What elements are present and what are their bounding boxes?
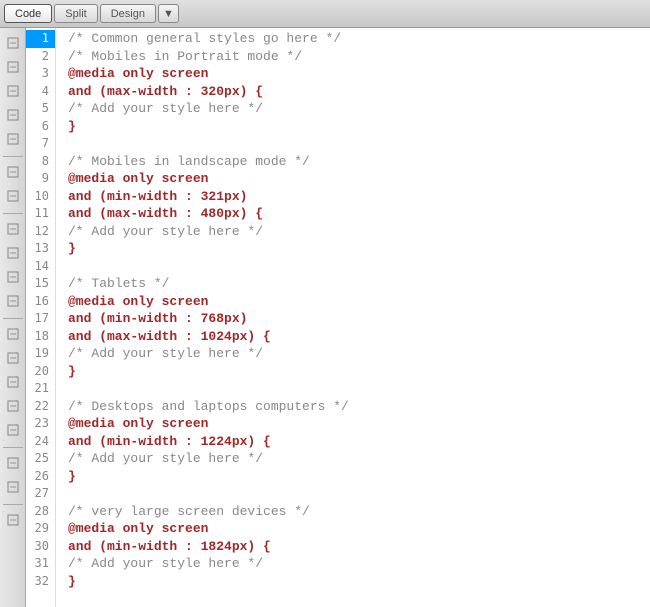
code-line[interactable] xyxy=(68,258,650,276)
view-dropdown[interactable]: ▼ xyxy=(158,4,179,23)
code-line[interactable]: and (min-width : 321px) xyxy=(68,188,650,206)
line-number[interactable]: 31 xyxy=(26,555,55,573)
code-line[interactable]: } xyxy=(68,468,650,486)
line-number[interactable]: 15 xyxy=(26,275,55,293)
code-line[interactable]: and (min-width : 1224px) { xyxy=(68,433,650,451)
sidebar-separator xyxy=(3,504,23,505)
tool-sidebar xyxy=(0,28,26,607)
line-number[interactable]: 6 xyxy=(26,118,55,136)
sidebar-separator xyxy=(3,447,23,448)
brackets-tool-icon[interactable] xyxy=(4,421,22,439)
word-wrap-tool-icon[interactable] xyxy=(4,130,22,148)
line-number[interactable]: 8 xyxy=(26,153,55,171)
line-number[interactable]: 17 xyxy=(26,310,55,328)
code-line[interactable]: /* very large screen devices */ xyxy=(68,503,650,521)
indent-tool-icon[interactable] xyxy=(4,478,22,496)
line-number[interactable]: 30 xyxy=(26,538,55,556)
code-line[interactable]: /* Add your style here */ xyxy=(68,100,650,118)
line-number[interactable]: 18 xyxy=(26,328,55,346)
line-number[interactable]: 9 xyxy=(26,170,55,188)
code-area[interactable]: /* Common general styles go here *//* Mo… xyxy=(56,28,650,607)
line-number[interactable]: 25 xyxy=(26,450,55,468)
code-line[interactable]: @media only screen xyxy=(68,520,650,538)
comment-tool-icon[interactable] xyxy=(4,325,22,343)
code-line[interactable]: /* Common general styles go here */ xyxy=(68,30,650,48)
line-number[interactable]: 19 xyxy=(26,345,55,363)
refresh-tool-icon[interactable] xyxy=(4,187,22,205)
code-line[interactable]: /* Mobiles in Portrait mode */ xyxy=(68,48,650,66)
line-number[interactable]: 14 xyxy=(26,258,55,276)
line-number[interactable]: 11 xyxy=(26,205,55,223)
line-number[interactable]: 2 xyxy=(26,48,55,66)
code-line[interactable] xyxy=(68,135,650,153)
code-line[interactable]: and (min-width : 1824px) { xyxy=(68,538,650,556)
code-line[interactable]: /* Add your style here */ xyxy=(68,450,650,468)
code-line[interactable]: /* Add your style here */ xyxy=(68,223,650,241)
code-line[interactable]: /* Tablets */ xyxy=(68,275,650,293)
line-number[interactable]: 22 xyxy=(26,398,55,416)
line-number[interactable]: 5 xyxy=(26,100,55,118)
editor-main: 1234567891011121314151617181920212223242… xyxy=(0,28,650,607)
code-line[interactable]: } xyxy=(68,573,650,591)
sidebar-separator xyxy=(3,156,23,157)
code-line[interactable] xyxy=(68,380,650,398)
line-number[interactable]: 26 xyxy=(26,468,55,486)
line-number[interactable]: 7 xyxy=(26,135,55,153)
line-number[interactable]: 32 xyxy=(26,573,55,591)
line-number[interactable]: 23 xyxy=(26,415,55,433)
code-line[interactable]: /* Desktops and laptops computers */ xyxy=(68,398,650,416)
code-line[interactable]: @media only screen xyxy=(68,293,650,311)
sidebar-separator xyxy=(3,318,23,319)
settings-tool-icon[interactable] xyxy=(4,511,22,529)
format-tool-icon[interactable] xyxy=(4,454,22,472)
line-number[interactable]: 1 xyxy=(26,30,55,48)
code-line[interactable]: } xyxy=(68,240,650,258)
validate-tool-icon[interactable] xyxy=(4,397,22,415)
line-number[interactable]: 13 xyxy=(26,240,55,258)
line-number[interactable]: 24 xyxy=(26,433,55,451)
apply-tool-icon[interactable] xyxy=(4,163,22,181)
line-numbers-tool-icon[interactable] xyxy=(4,106,22,124)
line-number[interactable]: 16 xyxy=(26,293,55,311)
arrow-tool-icon[interactable] xyxy=(4,34,22,52)
files-tool-icon[interactable] xyxy=(4,292,22,310)
line-number[interactable]: 21 xyxy=(26,380,55,398)
code-line[interactable]: } xyxy=(68,363,650,381)
sidebar-separator xyxy=(3,213,23,214)
css-panel-tool-icon[interactable] xyxy=(4,220,22,238)
line-number[interactable]: 29 xyxy=(26,520,55,538)
line-number[interactable]: 28 xyxy=(26,503,55,521)
code-line[interactable] xyxy=(68,485,650,503)
uncomment-tool-icon[interactable] xyxy=(4,349,22,367)
line-gutter: 1234567891011121314151617181920212223242… xyxy=(26,28,56,607)
history-tool-icon[interactable] xyxy=(4,268,22,286)
line-number[interactable]: 10 xyxy=(26,188,55,206)
view-toolbar: Code Split Design ▼ xyxy=(0,0,650,28)
code-tab[interactable]: Code xyxy=(4,4,52,23)
code-line[interactable]: @media only screen xyxy=(68,170,650,188)
behaviors-tool-icon[interactable] xyxy=(4,244,22,262)
code-line[interactable]: /* Add your style here */ xyxy=(68,555,650,573)
code-line[interactable]: and (max-width : 320px) { xyxy=(68,83,650,101)
code-line[interactable]: and (min-width : 768px) xyxy=(68,310,650,328)
highlight-tool-icon[interactable] xyxy=(4,373,22,391)
split-tab[interactable]: Split xyxy=(54,4,97,23)
line-number[interactable]: 20 xyxy=(26,363,55,381)
code-line[interactable]: /* Mobiles in landscape mode */ xyxy=(68,153,650,171)
line-number[interactable]: 3 xyxy=(26,65,55,83)
code-line[interactable]: and (max-width : 480px) { xyxy=(68,205,650,223)
design-tab[interactable]: Design xyxy=(100,4,156,23)
line-number[interactable]: 27 xyxy=(26,485,55,503)
code-line[interactable]: @media only screen xyxy=(68,65,650,83)
line-number[interactable]: 12 xyxy=(26,223,55,241)
snap-tool-icon[interactable] xyxy=(4,58,22,76)
code-line[interactable]: @media only screen xyxy=(68,415,650,433)
code-line[interactable]: /* Add your style here */ xyxy=(68,345,650,363)
code-line[interactable]: and (max-width : 1024px) { xyxy=(68,328,650,346)
line-number[interactable]: 4 xyxy=(26,83,55,101)
code-line[interactable]: } xyxy=(68,118,650,136)
collapse-tool-icon[interactable] xyxy=(4,82,22,100)
